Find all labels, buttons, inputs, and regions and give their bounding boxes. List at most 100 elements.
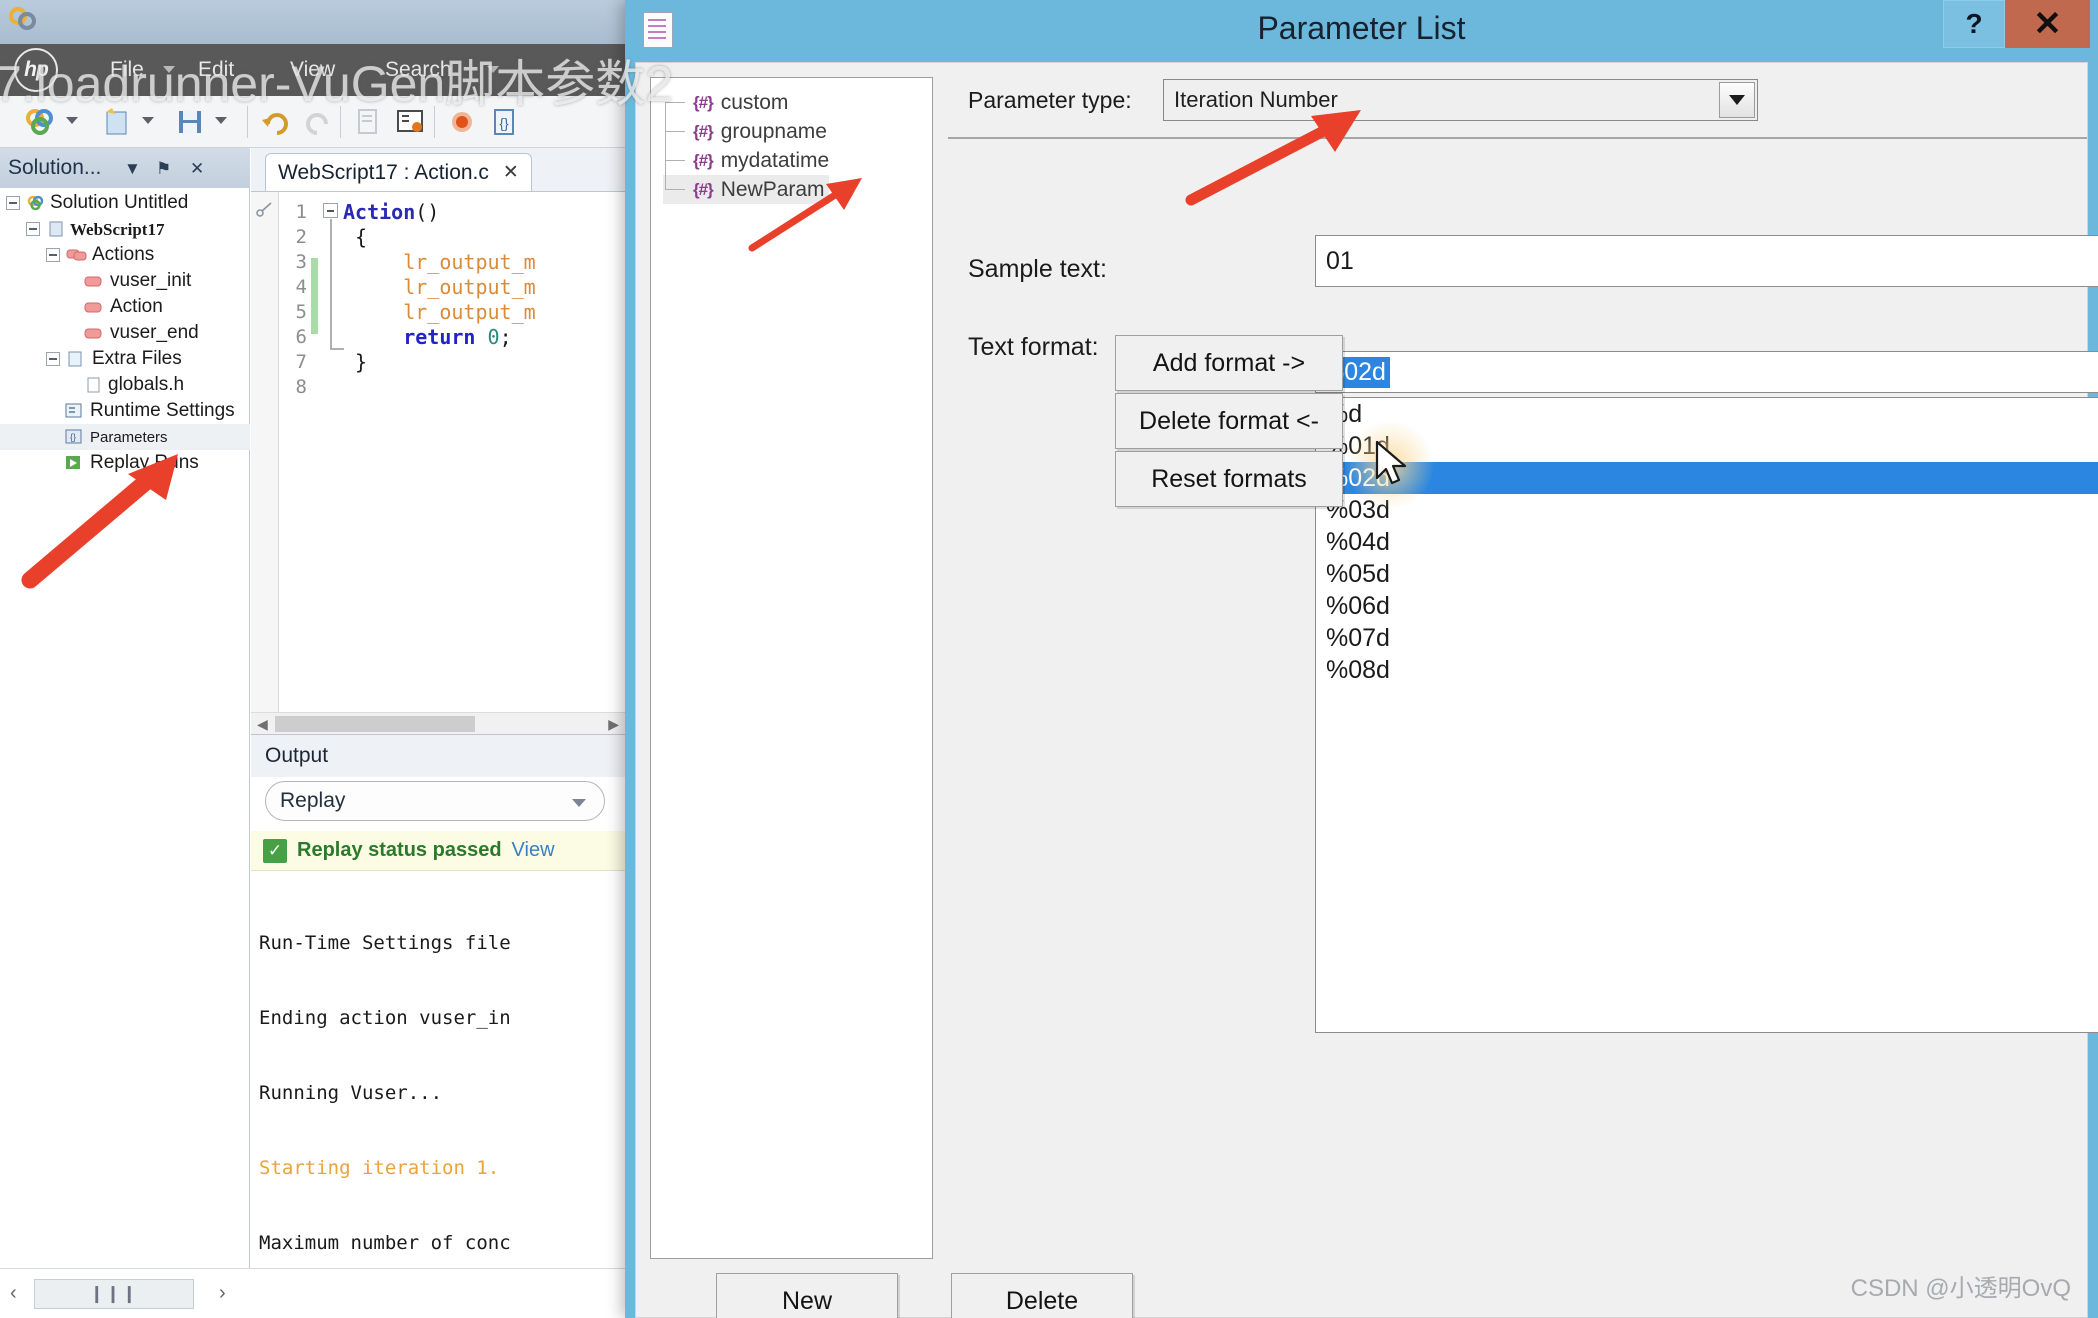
tree-label: Action bbox=[110, 296, 163, 317]
delete-format-button[interactable]: Delete format <- bbox=[1115, 393, 1343, 449]
tree-label: Actions bbox=[92, 244, 155, 265]
expander-icon[interactable] bbox=[26, 222, 40, 236]
scroll-right-arrow-icon[interactable]: › bbox=[219, 1282, 226, 1305]
solution-explorer-panel: Solution... ▼ ⚑ ✕ Solution Untitled WebS… bbox=[0, 148, 250, 1268]
output-log[interactable]: Run-Time Settings file Ending action vus… bbox=[251, 873, 625, 1269]
log-line: Maximum number of conc bbox=[259, 1232, 511, 1254]
parameter-item-newparam[interactable]: {#} NewParam bbox=[663, 175, 830, 204]
parameter-type-row: Parameter type: Iteration Number bbox=[948, 73, 2087, 131]
log-line: Running Vuser... bbox=[259, 1082, 443, 1104]
chevron-down-icon[interactable] bbox=[572, 799, 586, 807]
solution-tree[interactable]: Solution Untitled WebScript17 Actions vu… bbox=[0, 190, 250, 476]
scrollbar-thumb[interactable] bbox=[275, 716, 475, 732]
format-list-item-selected[interactable]: %02d bbox=[1316, 462, 2098, 494]
tree-item-extra-files[interactable]: Extra Files bbox=[0, 346, 250, 372]
parameter-item-groupname[interactable]: {#} groupname bbox=[663, 117, 829, 146]
format-list-item[interactable]: %05d bbox=[1316, 558, 2098, 590]
tab-webscript17-action-c[interactable]: WebScript17 : Action.c ✕ bbox=[265, 153, 532, 191]
tree-item-solution-untitled[interactable]: Solution Untitled bbox=[0, 190, 250, 216]
code-editor[interactable]: 1 2 3 4 5 6 7 8 Action() { lr_output_m l… bbox=[251, 192, 625, 734]
tree-item-action[interactable]: Action bbox=[0, 294, 250, 320]
output-source-dropdown[interactable]: Replay bbox=[265, 781, 605, 821]
save-caret-icon[interactable] bbox=[215, 117, 227, 124]
format-list-item[interactable]: %06d bbox=[1316, 590, 2098, 622]
fold-bracket-line bbox=[330, 219, 344, 350]
tree-item-webscript17[interactable]: WebScript17 bbox=[0, 216, 250, 242]
app-titlebar bbox=[0, 0, 625, 44]
tree-label: Solution Untitled bbox=[50, 192, 189, 213]
expander-icon[interactable] bbox=[46, 248, 60, 262]
parameter-item-mydatatime[interactable]: {#} mydatatime bbox=[663, 146, 829, 175]
action-icon bbox=[84, 272, 104, 290]
solution-explorer-header: Solution... ▼ ⚑ ✕ bbox=[0, 148, 250, 188]
tree-item-runtime-settings[interactable]: Runtime Settings bbox=[0, 398, 250, 424]
dialog-body: {#} custom {#} groupname {#} mydatatime bbox=[635, 62, 2098, 1318]
output-panel: Output Replay ✓ Replay status passed Vie… bbox=[251, 734, 625, 1268]
dialog-right-pane: Parameter type: Iteration Number Sample … bbox=[948, 63, 2098, 1317]
tab-label: WebScript17 : Action.c bbox=[278, 160, 489, 184]
tree-item-globals-h[interactable]: globals.h bbox=[0, 372, 250, 398]
bottom-horizontal-scrollbar[interactable]: ‹ ❙❙❙ › bbox=[4, 1279, 244, 1309]
delete-parameter-button[interactable]: Delete bbox=[951, 1273, 1133, 1318]
format-list-item[interactable]: %01d bbox=[1316, 430, 2098, 462]
parameter-tree-list[interactable]: {#} custom {#} groupname {#} mydatatime bbox=[650, 77, 933, 1259]
help-button[interactable]: ? bbox=[1943, 0, 2005, 48]
expander-icon[interactable] bbox=[46, 352, 60, 366]
add-format-button[interactable]: Add format -> bbox=[1115, 335, 1343, 391]
format-list-item[interactable]: %d bbox=[1316, 398, 2098, 430]
format-list[interactable]: %d %01d %02d %03d %04d %05d %06d %07d %0… bbox=[1315, 397, 2098, 1033]
tree-item-replay-runs[interactable]: Replay Runs bbox=[0, 450, 250, 476]
new-parameter-button[interactable]: New bbox=[716, 1273, 898, 1318]
format-list-item[interactable]: %08d bbox=[1316, 654, 2098, 686]
tab-close-icon[interactable]: ✕ bbox=[503, 161, 519, 184]
text-format-field[interactable]: %02d bbox=[1315, 351, 2098, 393]
parameter-type-dropdown[interactable]: Iteration Number bbox=[1163, 79, 1758, 121]
action-icon bbox=[84, 324, 104, 342]
editor-margin bbox=[251, 192, 279, 734]
tree-item-vuser-end[interactable]: vuser_end bbox=[0, 320, 250, 346]
log-line: Starting iteration 1. bbox=[259, 1157, 500, 1179]
editor-horizontal-scrollbar[interactable]: ◀ ▶ bbox=[251, 712, 625, 734]
code-folding-column[interactable] bbox=[321, 200, 344, 734]
tree-item-actions[interactable]: Actions bbox=[0, 242, 250, 268]
new-solution-caret-icon[interactable] bbox=[66, 117, 78, 124]
scroll-left-arrow-icon[interactable]: ‹ bbox=[10, 1282, 17, 1305]
editor-tabstrip[interactable]: WebScript17 : Action.c ✕ bbox=[251, 148, 625, 192]
new-script-caret-icon[interactable] bbox=[142, 117, 154, 124]
actions-icon bbox=[66, 246, 87, 264]
panel-menu-chevron-down-icon[interactable]: ▼ bbox=[124, 159, 141, 179]
parameter-glyph-icon: {#} bbox=[693, 121, 714, 141]
tree-item-vuser-init[interactable]: vuser_init bbox=[0, 268, 250, 294]
scroll-right-arrow-icon[interactable]: ▶ bbox=[608, 716, 619, 733]
format-list-item[interactable]: %03d bbox=[1316, 494, 2098, 526]
folder-file-icon bbox=[66, 350, 86, 368]
parameter-type-value: Iteration Number bbox=[1174, 87, 1338, 112]
view-report-link[interactable]: View bbox=[512, 839, 555, 862]
panel-pin-icon[interactable]: ⚑ bbox=[156, 159, 171, 179]
tree-label: Runtime Settings bbox=[90, 400, 235, 421]
expander-icon[interactable] bbox=[6, 196, 20, 210]
tree-item-parameters[interactable]: {} Parameters bbox=[0, 424, 250, 450]
editor-area: WebScript17 : Action.c ✕ 1 2 3 4 5 6 7 8 bbox=[251, 148, 625, 1268]
dialog-title: Parameter List bbox=[1257, 10, 1466, 46]
watermark-title-overlay: 7.loadrunner-VuGen脚本参数2 bbox=[0, 56, 674, 112]
replay-status-bar: ✓ Replay status passed View bbox=[251, 831, 625, 871]
close-button[interactable]: ✕ bbox=[2005, 0, 2090, 48]
fold-collapse-icon[interactable] bbox=[323, 203, 338, 218]
sample-text-field[interactable]: 01 bbox=[1315, 235, 2098, 287]
scrollbar-thumb[interactable]: ❙❙❙ bbox=[34, 1279, 194, 1309]
chevron-down-icon[interactable] bbox=[1719, 82, 1755, 118]
change-indicator-bar bbox=[311, 258, 318, 334]
solution-rings-icon bbox=[26, 194, 46, 212]
format-list-item[interactable]: %07d bbox=[1316, 622, 2098, 654]
runtime-settings-icon bbox=[64, 402, 84, 420]
code-text[interactable]: Action() { lr_output_m lr_output_m lr_ou… bbox=[343, 200, 536, 375]
parameter-glyph-icon: {#} bbox=[693, 150, 714, 170]
app-bottom-strip: ‹ ❙❙❙ › bbox=[0, 1268, 625, 1318]
panel-close-icon[interactable]: ✕ bbox=[190, 159, 204, 179]
svg-text:{}: {} bbox=[70, 432, 76, 442]
reset-formats-button[interactable]: Reset formats bbox=[1115, 451, 1343, 507]
scroll-left-arrow-icon[interactable]: ◀ bbox=[257, 716, 268, 733]
format-list-item[interactable]: %04d bbox=[1316, 526, 2098, 558]
action-icon bbox=[84, 298, 104, 316]
